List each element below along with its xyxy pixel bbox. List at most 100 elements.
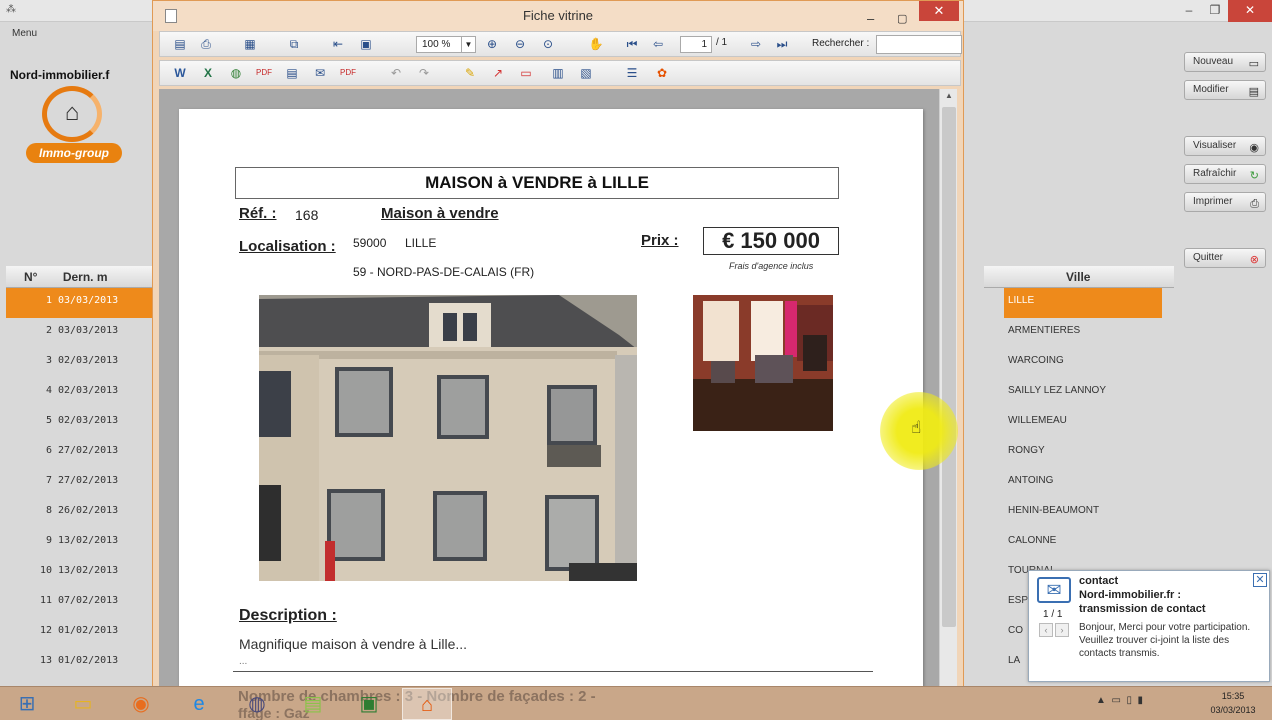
page-number-input[interactable]: 1 xyxy=(680,36,712,53)
close-button[interactable]: ✕ xyxy=(919,1,959,21)
email-icon[interactable]: ✉ xyxy=(310,64,330,83)
table-row[interactable]: 10 13/02/2013 xyxy=(6,558,154,588)
table-row-city[interactable]: RONGY xyxy=(1004,438,1162,468)
prev-notification-button[interactable]: ‹ xyxy=(1039,623,1053,637)
next-page-icon[interactable]: ⇨ xyxy=(746,35,766,54)
pdf-email-icon[interactable]: PDF xyxy=(338,64,358,83)
first-page-nav-icon[interactable]: ⏮ xyxy=(622,35,642,54)
list-header-right[interactable]: Ville xyxy=(984,266,1174,288)
document-viewport[interactable]: MAISON à VENDRE à LILLE Réf. : 168 Maiso… xyxy=(159,89,957,689)
table-row[interactable]: 8 26/02/2013 xyxy=(6,498,154,528)
minimize-button[interactable]: – xyxy=(867,4,874,34)
table-row-city[interactable]: WILLEMEAU xyxy=(1004,408,1162,438)
undo-icon[interactable]: ↶ xyxy=(386,64,406,83)
col-num-header[interactable]: N° xyxy=(6,270,37,284)
firefox-icon[interactable]: ◉ xyxy=(116,688,166,720)
zoom-select[interactable]: 100 % ▼ xyxy=(416,36,476,53)
row-date: 07/02/2013 xyxy=(58,595,119,606)
word-icon[interactable]: W xyxy=(170,64,190,83)
zoom-page-icon[interactable]: ⊙ xyxy=(538,35,558,54)
globe-icon[interactable]: ◍ xyxy=(226,64,246,83)
clock[interactable]: 15:35 03/03/2013 xyxy=(1200,689,1266,717)
button-label: Visualiser xyxy=(1193,140,1237,151)
bg-close-button[interactable]: ✕ xyxy=(1228,0,1272,22)
list-header-left[interactable]: N° Dern. m xyxy=(6,266,154,288)
zoom-in-icon[interactable]: ⊕ xyxy=(482,35,502,54)
scroll-thumb[interactable] xyxy=(942,107,956,627)
bg-maximize-button[interactable]: ❐ xyxy=(1200,0,1230,22)
close-notification-icon[interactable]: ✕ xyxy=(1253,573,1267,587)
row-date: 02/03/2013 xyxy=(58,355,119,366)
table-row-city[interactable]: ARMENTIERES xyxy=(1004,318,1162,348)
fiche-vitrine-dialog: Fiche vitrine – ▢ ✕ ▤ ⎙ ▦ ⧉ ⇤ ▣ 100 % ▼ ⊕… xyxy=(152,0,964,689)
prev-page-icon[interactable]: ⇦ xyxy=(648,35,668,54)
dialog-titlebar[interactable]: Fiche vitrine – ▢ ✕ xyxy=(153,1,963,31)
immo-app-icon[interactable]: ⌂ xyxy=(402,688,452,720)
toolbar-top: ▤ ⎙ ▦ ⧉ ⇤ ▣ 100 % ▼ ⊕ ⊖ ⊙ ✋ ⏮ ⇦ 1 / 1 ⇨ ⏭… xyxy=(159,31,962,57)
internet-explorer-icon[interactable]: e xyxy=(174,688,224,720)
print-preview-icon[interactable]: ▤ xyxy=(170,35,190,54)
zoom-fit-icon[interactable]: ⧉ xyxy=(284,35,304,54)
table-row[interactable]: 5 02/03/2013 xyxy=(6,408,154,438)
col-city-header[interactable]: Ville xyxy=(984,270,1090,284)
button-label: Nouveau xyxy=(1193,56,1234,67)
next-notification-button[interactable]: › xyxy=(1055,623,1069,637)
stack-icon[interactable]: ☰ xyxy=(622,64,642,83)
pdf-icon[interactable]: PDF xyxy=(254,64,274,83)
zoom-out-icon[interactable]: ⊖ xyxy=(510,35,530,54)
system-tray[interactable]: ▲ ▭ ▯ ▮ xyxy=(1096,695,1143,706)
file-explorer-icon[interactable]: ▭ xyxy=(58,688,108,720)
redo-icon[interactable]: ↷ xyxy=(414,64,434,83)
table-row-city[interactable]: HENIN-BEAUMONT xyxy=(1004,498,1162,528)
maximize-button[interactable]: ▢ xyxy=(897,4,907,34)
ref-value: 168 xyxy=(295,207,319,223)
last-page-icon[interactable]: ⏭ xyxy=(772,35,792,54)
notification-popup[interactable]: ✉ 1 / 1 ‹ › contact Nord-immobilier.fr : … xyxy=(1028,570,1270,682)
pencil-icon[interactable]: ✎ xyxy=(460,64,480,83)
notification-nav: ‹ › xyxy=(1039,623,1071,637)
first-page-icon[interactable]: ⇤ xyxy=(328,35,348,54)
table-row[interactable]: 13 01/02/2013 xyxy=(6,648,154,678)
table-row[interactable]: 1 03/03/2013 xyxy=(6,288,154,318)
hand-tool-icon[interactable]: ✋ xyxy=(586,35,606,54)
search-input[interactable] xyxy=(876,35,962,54)
quitter-button[interactable]: Quitter ⊗ xyxy=(1184,248,1266,268)
image-icon[interactable]: ▧ xyxy=(576,64,596,83)
excel-icon[interactable]: X xyxy=(198,64,218,83)
camera-app-icon[interactable]: ▣ xyxy=(344,688,394,720)
table-row[interactable]: 11 07/02/2013 xyxy=(6,588,154,618)
vertical-scrollbar[interactable]: ▲ xyxy=(939,89,957,687)
scroll-up-icon[interactable]: ▲ xyxy=(940,91,958,100)
menu[interactable]: Menu xyxy=(12,28,37,39)
table-row-city[interactable]: SAILLY LEZ LANNOY xyxy=(1004,378,1162,408)
rafraichir-button[interactable]: Rafraîchir ↻ xyxy=(1184,164,1266,184)
table-row[interactable]: 7 27/02/2013 xyxy=(6,468,154,498)
media-app-icon[interactable]: ◍ xyxy=(232,688,282,720)
col-date-header[interactable]: Dern. m xyxy=(41,270,108,284)
table-row-city[interactable]: WARCOING xyxy=(1004,348,1162,378)
table-row[interactable]: 2 03/03/2013 xyxy=(6,318,154,348)
calculator-icon[interactable]: ▦ xyxy=(240,35,260,54)
rectangle-icon[interactable]: ▭ xyxy=(516,64,536,83)
monitor-icon[interactable]: ▣ xyxy=(356,35,376,54)
table-row[interactable]: 6 27/02/2013 xyxy=(6,438,154,468)
table-row[interactable]: 4 02/03/2013 xyxy=(6,378,154,408)
table-row[interactable]: 3 02/03/2013 xyxy=(6,348,154,378)
nouveau-button[interactable]: Nouveau ▭ xyxy=(1184,52,1266,72)
printer-icon[interactable]: ⎙ xyxy=(196,35,216,54)
table-row-city[interactable]: LILLE xyxy=(1004,288,1162,318)
color-palette-icon[interactable]: ✿ xyxy=(652,64,672,83)
arrow-icon[interactable]: ↗ xyxy=(488,64,508,83)
table-row-city[interactable]: CALONNE xyxy=(1004,528,1162,558)
table-row[interactable]: 9 13/02/2013 xyxy=(6,528,154,558)
table-row[interactable]: 12 01/02/2013 xyxy=(6,618,154,648)
text-box-icon[interactable]: ▥ xyxy=(548,64,568,83)
table-row-city[interactable]: ANTOING xyxy=(1004,468,1162,498)
modifier-button[interactable]: Modifier ▤ xyxy=(1184,80,1266,100)
document-export-icon[interactable]: ▤ xyxy=(282,64,302,83)
imprimer-button[interactable]: Imprimer ⎙ xyxy=(1184,192,1266,212)
row-number: 1 xyxy=(45,295,52,306)
notes-app-icon[interactable]: ▤ xyxy=(288,688,338,720)
visualiser-button[interactable]: Visualiser ◉ xyxy=(1184,136,1266,156)
start-button-icon[interactable]: ⊞ xyxy=(2,688,52,720)
